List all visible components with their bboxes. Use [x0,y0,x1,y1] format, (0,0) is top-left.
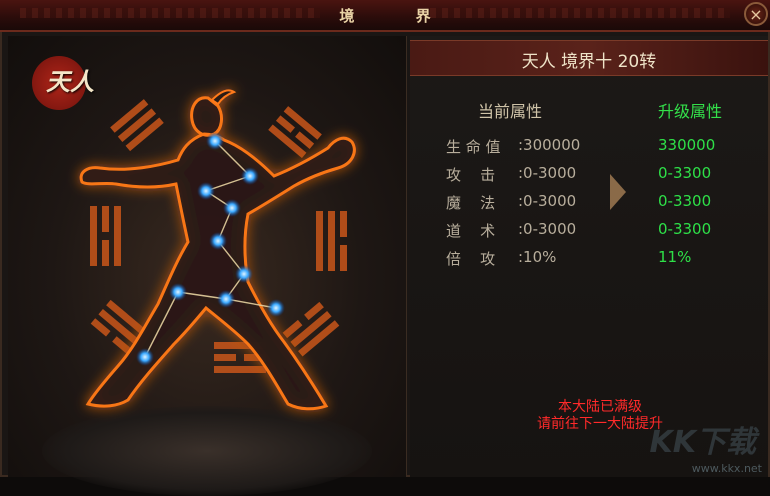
attr-label-magic: 魔 法 [446,194,496,212]
title-bar: 境 界 × [0,0,770,32]
attr-next-taoism: 0-3300 [658,220,712,238]
attr-label-attack: 攻 击 [446,166,496,184]
attribute-panel: 天人 境界十 20转 当前属性 升级属性 生 命 值 :300000 33000… [410,36,768,477]
attr-label-hp: 生 命 值 [446,138,501,156]
meridian-node [267,299,285,317]
watermark-url: www.kkx.net [691,462,762,475]
attr-next-multiplier: 11% [658,248,692,266]
meridian-node [241,167,259,185]
current-attributes-heading: 当前属性 [478,102,543,121]
window-title: 境 界 [339,7,459,25]
realm-title: 天人 境界十 20转 [521,52,657,72]
attr-current-taoism: :0-3000 [518,220,577,238]
meridian-node [206,132,224,150]
attr-next-attack: 0-3300 [658,164,712,182]
meridian-node [136,348,154,366]
attr-current-multiplier: :10% [518,248,557,266]
upgrade-arrow-icon [610,174,626,210]
upgrade-attributes-heading: 升级属性 [658,102,723,121]
meridian-node [235,265,253,283]
meridian-node [217,290,235,308]
meridian-node [197,182,215,200]
realm-header: 天人 境界十 20转 [410,40,768,76]
meridian-panel: 天人 [8,36,407,496]
meridian-node [209,232,227,250]
attr-current-hp: :300000 [518,136,581,154]
attr-current-attack: :0-3000 [518,164,577,182]
attr-next-magic: 0-3300 [658,192,712,210]
meridian-node [223,199,241,217]
attr-current-magic: :0-3000 [518,192,577,210]
attr-next-hp: 330000 [658,136,716,154]
attr-label-taoism: 道 术 [446,222,496,240]
realm-emblem-text: 天人 [46,67,94,96]
watermark-logo: KK下载 [649,425,757,460]
meridian-node [169,283,187,301]
attr-label-multiplier: 倍 攻 [446,250,496,268]
close-button[interactable]: × [744,2,768,26]
